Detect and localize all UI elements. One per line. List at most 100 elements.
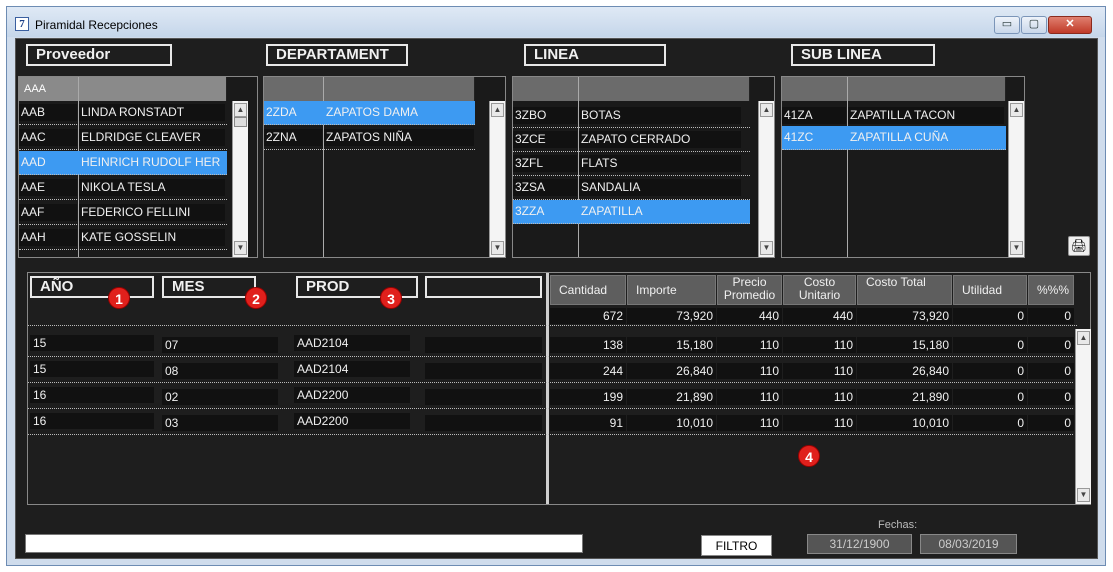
sublinea-row[interactable]: 41ZA ZAPATILLA TACON bbox=[782, 104, 1006, 128]
ano-header[interactable]: AÑO bbox=[30, 276, 154, 298]
grid-splitter[interactable] bbox=[546, 273, 549, 504]
row-mes-cell: 03 bbox=[162, 415, 278, 431]
sublinea-list[interactable]: 41ZA ZAPATILLA TACON 41ZC ZAPATILLA CUÑA ▲ ▼ bbox=[781, 76, 1025, 258]
departament-row-name: ZAPATOS NIÑA bbox=[324, 129, 474, 146]
proveedor-list[interactable]: AAA AAB LINDA RONSTADT AAC ELDRIDGE CLEAVER… bbox=[18, 76, 258, 258]
proveedor-row-name: HEINRICH RUDOLF HER bbox=[79, 154, 225, 171]
proveedor-row-code: AAH bbox=[19, 229, 77, 246]
badge-3: 3 bbox=[380, 287, 402, 309]
linea-row[interactable]: 3ZZA ZAPATILLA bbox=[513, 200, 750, 224]
row-value-cell: 110 bbox=[783, 363, 856, 379]
proveedor-row-code: AAE bbox=[19, 179, 77, 196]
linea-row[interactable]: 3ZSA SANDALIA bbox=[513, 176, 750, 200]
sublinea-row-name: ZAPATILLA CUÑA bbox=[848, 129, 1004, 146]
total-cell: 440 bbox=[717, 308, 782, 324]
scroll-down-icon[interactable]: ▼ bbox=[234, 241, 247, 255]
row-value-cell: 0 bbox=[953, 337, 1027, 353]
proveedor-row[interactable]: AAH KATE GOSSELIN bbox=[19, 226, 227, 250]
linea-row[interactable]: 3ZFL FLATS bbox=[513, 152, 750, 176]
row-value-cell: 26,840 bbox=[627, 363, 716, 379]
proveedor-row-name: FEDERICO FELLINI bbox=[79, 204, 225, 221]
row-ano-cell: 16 bbox=[30, 387, 154, 403]
row-value-cell: 244 bbox=[550, 363, 626, 379]
proveedor-row-code: AAD bbox=[19, 154, 77, 171]
sublinea-row[interactable]: 41ZC ZAPATILLA CUÑA bbox=[782, 126, 1006, 150]
close-button[interactable]: ✕ bbox=[1048, 16, 1092, 34]
app-window: 7 Piramidal Recepciones ▭ ▢ ✕ Proveedor … bbox=[6, 6, 1106, 566]
proveedor-header: Proveedor bbox=[26, 44, 172, 66]
table-row-divider bbox=[28, 356, 1073, 357]
badge-1: 1 bbox=[108, 287, 130, 309]
maximize-button[interactable]: ▢ bbox=[1021, 16, 1047, 34]
proveedor-row[interactable]: AAE NIKOLA TESLA bbox=[19, 176, 227, 200]
mes-header[interactable]: MES bbox=[162, 276, 256, 298]
scroll-thumb[interactable] bbox=[234, 117, 247, 127]
row-extra-cell bbox=[425, 389, 542, 405]
col-precio-promedio[interactable]: Precio Promedio bbox=[717, 275, 782, 305]
col-costo-total[interactable]: Costo Total bbox=[857, 275, 952, 305]
scroll-down-icon[interactable]: ▼ bbox=[760, 241, 773, 255]
filtro-button[interactable]: FILTRO bbox=[701, 535, 772, 556]
row-prod-cell: AAD2104 bbox=[294, 335, 410, 351]
proveedor-row-name: NIKOLA TESLA bbox=[79, 179, 225, 196]
linea-row[interactable]: 3ZCE ZAPATO CERRADO bbox=[513, 128, 750, 152]
scroll-up-icon[interactable]: ▲ bbox=[760, 103, 773, 117]
departament-col-code bbox=[264, 77, 324, 101]
departament-scrollbar[interactable]: ▲ ▼ bbox=[489, 101, 505, 257]
departament-row[interactable]: 2ZNA ZAPATOS NIÑA bbox=[264, 126, 475, 150]
row-value-cell: 0 bbox=[953, 363, 1027, 379]
sublinea-row-divider bbox=[782, 149, 1006, 150]
scroll-up-icon[interactable]: ▲ bbox=[491, 103, 504, 117]
scroll-up-icon[interactable]: ▲ bbox=[1077, 331, 1090, 345]
client-area: Proveedor DEPARTAMENT LINEA SUB LINEA AA… bbox=[15, 38, 1098, 559]
date-to-field[interactable]: 08/03/2019 bbox=[920, 534, 1017, 554]
row-ano-cell: 15 bbox=[30, 335, 154, 351]
departament-col-name bbox=[324, 77, 475, 101]
row-ano-cell: 16 bbox=[30, 413, 154, 429]
col-importe[interactable]: Importe bbox=[627, 275, 716, 305]
proveedor-filter-name[interactable] bbox=[79, 77, 227, 101]
col-costo-unitario[interactable]: Costo Unitario bbox=[783, 275, 856, 305]
date-from-field[interactable]: 31/12/1900 bbox=[807, 534, 912, 554]
linea-list[interactable]: 3ZBO BOTAS 3ZCE ZAPATO CERRADO 3ZFL FLATS 3ZSA… bbox=[512, 76, 775, 258]
proveedor-row[interactable]: AAF FEDERICO FELLINI bbox=[19, 201, 227, 225]
linea-row-code: 3ZCE bbox=[513, 131, 577, 148]
status-field[interactable] bbox=[25, 534, 583, 553]
row-mes-cell: 08 bbox=[162, 363, 278, 379]
departament-row-divider bbox=[264, 149, 475, 150]
scroll-down-icon[interactable]: ▼ bbox=[1010, 241, 1023, 255]
departament-list[interactable]: 2ZDA ZAPATOS DAMA 2ZNA ZAPATOS NIÑA ▲ ▼ bbox=[263, 76, 506, 258]
proveedor-row-divider bbox=[19, 174, 227, 175]
extra-header[interactable] bbox=[425, 276, 542, 298]
departament-row[interactable]: 2ZDA ZAPATOS DAMA bbox=[264, 101, 475, 125]
table-row-divider bbox=[28, 408, 1073, 409]
linea-header: LINEA bbox=[524, 44, 666, 66]
total-cell: 0 bbox=[1028, 308, 1074, 324]
total-cell: 73,920 bbox=[627, 308, 716, 324]
row-extra-cell bbox=[425, 363, 542, 379]
proveedor-row-code: AAB bbox=[19, 104, 77, 121]
minimize-button[interactable]: ▭ bbox=[994, 16, 1020, 34]
scroll-up-icon[interactable]: ▲ bbox=[234, 103, 247, 117]
scroll-up-icon[interactable]: ▲ bbox=[1010, 103, 1023, 117]
row-value-cell: 21,890 bbox=[857, 389, 952, 405]
proveedor-row[interactable]: AAB LINDA RONSTADT bbox=[19, 101, 227, 125]
proveedor-row[interactable]: AAC ELDRIDGE CLEAVER bbox=[19, 126, 227, 150]
proveedor-row[interactable]: AAD HEINRICH RUDOLF HER bbox=[19, 151, 227, 175]
title-bar[interactable]: 7 Piramidal Recepciones ▭ ▢ ✕ bbox=[7, 7, 1105, 37]
sublinea-scrollbar[interactable]: ▲ ▼ bbox=[1008, 101, 1024, 257]
departament-row-name: ZAPATOS DAMA bbox=[324, 104, 474, 121]
proveedor-scrollbar[interactable]: ▲ ▼ bbox=[232, 101, 248, 257]
linea-row[interactable]: 3ZBO BOTAS bbox=[513, 104, 750, 128]
row-mes-cell: 07 bbox=[162, 337, 278, 353]
grid-scrollbar[interactable]: ▲ ▼ bbox=[1075, 329, 1091, 504]
scroll-down-icon[interactable]: ▼ bbox=[1077, 488, 1090, 502]
scroll-down-icon[interactable]: ▼ bbox=[491, 241, 504, 255]
linea-scrollbar[interactable]: ▲ ▼ bbox=[758, 101, 774, 257]
col-porcentaje[interactable]: %%% bbox=[1028, 275, 1074, 305]
linea-col-name bbox=[579, 77, 750, 101]
printer-icon[interactable]: 🖨 bbox=[1068, 236, 1090, 256]
col-utilidad[interactable]: Utilidad bbox=[953, 275, 1027, 305]
col-cantidad[interactable]: Cantidad bbox=[550, 275, 626, 305]
proveedor-filter-code[interactable]: AAA bbox=[19, 77, 79, 101]
